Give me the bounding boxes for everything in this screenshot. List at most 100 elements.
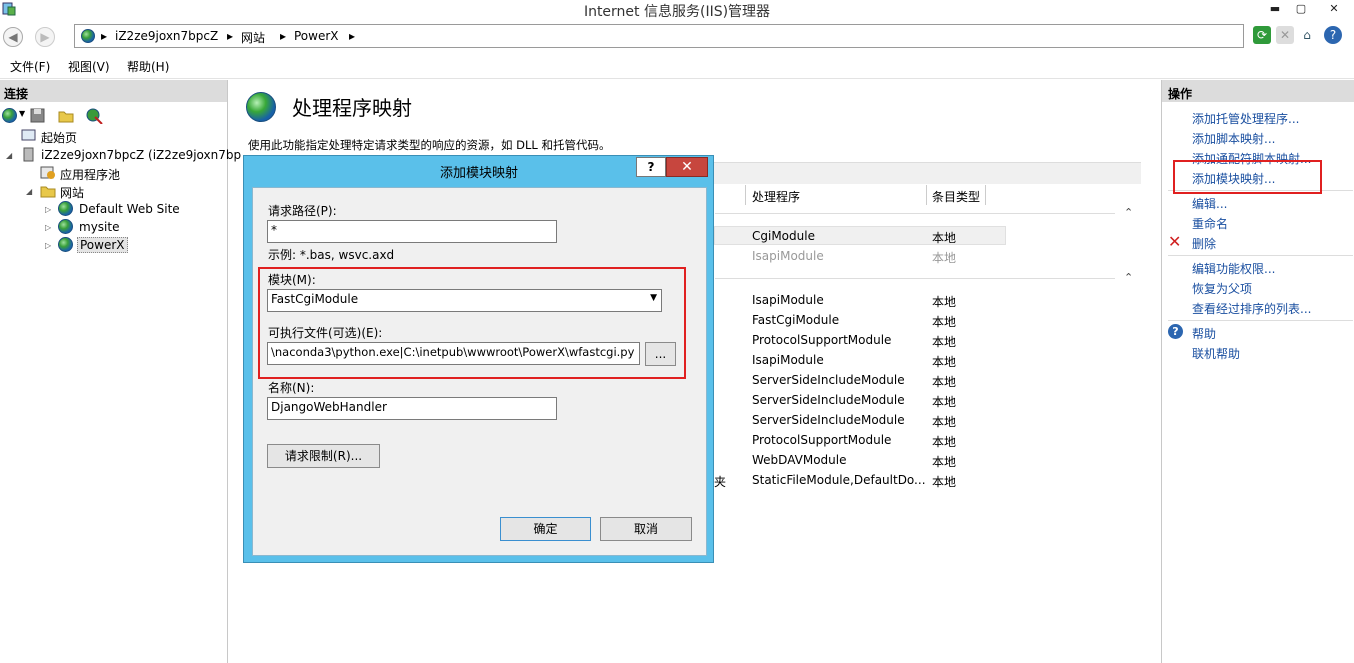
crumb-separator-icon: ▸	[101, 29, 108, 43]
request-path-input[interactable]: *	[267, 220, 557, 243]
collapse-group-icon[interactable]: ⌃	[1124, 206, 1133, 219]
connections-header: 连接	[0, 80, 227, 102]
cancel-button[interactable]: 取消	[600, 517, 692, 541]
menu-view[interactable]: 视图(V)	[68, 58, 110, 75]
breadcrumb-server[interactable]: iZ2ze9joxn7bpcZ	[115, 29, 218, 43]
cell-handler: CgiModule	[752, 229, 815, 243]
save-icon[interactable]	[30, 108, 45, 123]
action-add-script-map[interactable]: 添加脚本映射...	[1192, 130, 1275, 147]
cell-handler: ServerSideIncludeModule	[752, 393, 905, 407]
disconnect-icon[interactable]	[86, 108, 103, 124]
crumb-separator-icon: ▸	[280, 29, 287, 43]
action-rename[interactable]: 重命名	[1192, 215, 1228, 232]
action-online-help[interactable]: 联机帮助	[1192, 345, 1240, 362]
action-revert-to-parent[interactable]: 恢复为父项	[1192, 280, 1252, 297]
crumb-separator-icon: ▸	[227, 29, 234, 43]
tree-app-pools[interactable]: 应用程序池	[60, 166, 120, 183]
cell-entry-type: 本地	[932, 455, 957, 469]
help-icon: ?	[1168, 324, 1183, 339]
tree-sites[interactable]: 网站	[60, 184, 84, 201]
tree-site-powerx[interactable]: PowerX	[77, 237, 128, 253]
cell-entry-type: 本地	[932, 335, 957, 349]
request-restrictions-button[interactable]: 请求限制(R)...	[267, 444, 380, 468]
cell-entry-type: 本地	[932, 231, 957, 245]
expand-icon[interactable]: ▷	[45, 223, 51, 232]
action-add-managed-handler[interactable]: 添加托管处理程序...	[1192, 110, 1299, 127]
breadcrumb-site[interactable]: PowerX	[294, 29, 339, 43]
column-handler[interactable]: 处理程序	[752, 188, 800, 205]
folder-icon[interactable]	[58, 108, 74, 123]
refresh-icon[interactable]: ⟳	[1253, 26, 1271, 44]
breadcrumb-sites[interactable]: 网站	[241, 29, 265, 46]
cell-entry-type: 本地	[932, 435, 957, 449]
actions-divider	[1168, 255, 1353, 256]
expand-icon[interactable]: ▷	[45, 241, 51, 250]
cell-entry-type: 本地	[932, 355, 957, 369]
back-button[interactable]: ◀	[3, 27, 23, 47]
menu-bar: 文件(F) 视图(V) 帮助(H)	[0, 55, 1354, 77]
dialog-help-button[interactable]: ?	[636, 157, 666, 177]
tree-server[interactable]: iZ2ze9joxn7bpcZ (iZ2ze9joxn7bp	[41, 148, 241, 162]
action-delete[interactable]: 删除	[1192, 235, 1216, 252]
collapse-icon[interactable]: ◢	[26, 187, 32, 196]
highlight-box	[1173, 160, 1322, 194]
page-description: 使用此功能指定处理特定请求类型的响应的资源，如 DLL 和托管代码。	[248, 138, 611, 152]
column-entry-type[interactable]: 条目类型	[932, 188, 980, 205]
expand-icon[interactable]: ▷	[45, 205, 51, 214]
tree-start-page[interactable]: 起始页	[41, 129, 77, 146]
connections-pane: 连接 ▼ 起始页 ◢ iZ2ze9joxn7bpcZ (iZ2ze9joxn7b…	[0, 80, 241, 663]
server-icon	[23, 147, 34, 162]
collapse-icon[interactable]: ◢	[6, 151, 12, 160]
cell-handler: ServerSideIncludeModule	[752, 373, 905, 387]
name-label: 名称(N):	[268, 381, 315, 395]
actions-header: 操作	[1162, 80, 1354, 102]
forward-button[interactable]: ▶	[35, 27, 55, 47]
home-icon[interactable]: ⌂	[1298, 26, 1316, 44]
group-divider	[715, 213, 1115, 214]
cell-entry-type: 本地	[932, 375, 957, 389]
action-help[interactable]: 帮助	[1192, 325, 1216, 342]
maximize-button[interactable]: ▢	[1288, 0, 1314, 18]
group-divider	[715, 278, 1115, 279]
action-view-ordered-list[interactable]: 查看经过排序的列表...	[1192, 300, 1311, 317]
cell-entry-type: 本地	[932, 395, 957, 409]
cell-entry-type: 本地	[932, 415, 957, 429]
cell-handler: ServerSideIncludeModule	[752, 413, 905, 427]
cell-handler: WebDAVModule	[752, 453, 847, 467]
highlight-box	[258, 267, 686, 379]
start-page-icon	[21, 129, 36, 141]
menu-file[interactable]: 文件(F)	[10, 58, 50, 75]
action-edit[interactable]: 编辑...	[1192, 195, 1227, 212]
action-edit-permissions[interactable]: 编辑功能权限...	[1192, 260, 1275, 277]
delete-icon: ✕	[1168, 232, 1182, 251]
site-globe-icon	[58, 219, 73, 234]
app-pool-icon	[40, 166, 55, 179]
tree-site-default[interactable]: Default Web Site	[79, 202, 180, 216]
dialog-close-button[interactable]: ✕	[666, 157, 708, 177]
stop-icon[interactable]: ✕	[1276, 26, 1294, 44]
address-bar[interactable]: ▸ iZ2ze9joxn7bpcZ ▸ 网站 ▸ PowerX ▸	[74, 24, 1244, 48]
tree-site-mysite[interactable]: mysite	[79, 220, 119, 234]
page-title: 处理程序映射	[292, 96, 412, 120]
collapse-group-icon[interactable]: ⌃	[1124, 271, 1133, 284]
dropdown-arrow-icon[interactable]: ▼	[19, 109, 25, 118]
cell-handler: FastCgiModule	[752, 313, 840, 327]
globe-icon	[81, 29, 95, 43]
connections-toolbar: ▼	[0, 103, 227, 127]
crumb-separator-icon: ▸	[349, 29, 356, 43]
cell-path-partial: 夹	[714, 475, 727, 489]
sites-folder-icon	[40, 186, 56, 198]
handler-mappings-globe-icon	[246, 92, 276, 122]
cell-handler: ProtocolSupportModule	[752, 333, 892, 347]
help-icon[interactable]: ?	[1324, 26, 1342, 44]
cell-entry-type: 本地	[932, 315, 957, 329]
close-window-button[interactable]: ✕	[1314, 0, 1354, 18]
ok-button[interactable]: 确定	[500, 517, 591, 541]
cell-handler: IsapiModule	[752, 353, 824, 367]
actions-divider	[1168, 320, 1353, 321]
menu-help[interactable]: 帮助(H)	[127, 58, 169, 75]
connect-globe-icon[interactable]	[2, 108, 17, 123]
column-divider	[985, 185, 986, 205]
name-input[interactable]: DjangoWebHandler	[267, 397, 557, 420]
minimize-button[interactable]: ▬	[1262, 0, 1288, 18]
